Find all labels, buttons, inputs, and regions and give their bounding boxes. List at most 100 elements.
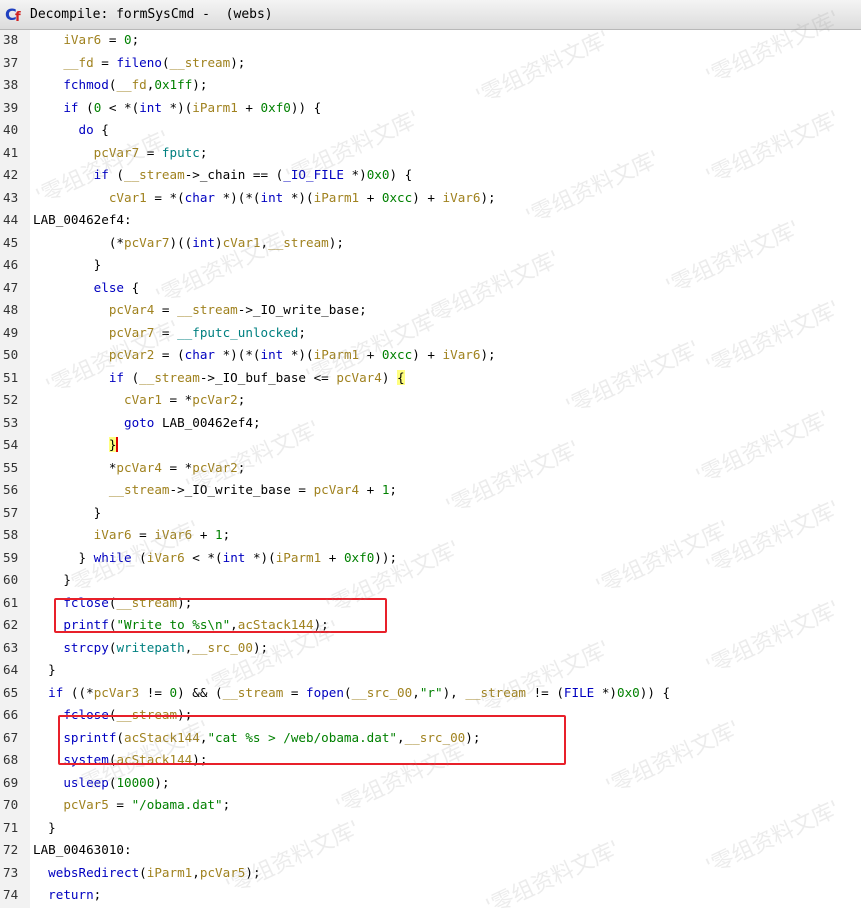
- code-token: {: [93, 122, 109, 137]
- code-text: if (__stream->_chain == (_IO_FILE *)0x0)…: [33, 164, 413, 187]
- code-line[interactable]: 60 }: [0, 569, 861, 592]
- code-text: LAB_00462ef4:: [33, 209, 132, 232]
- line-number: 41: [3, 144, 19, 160]
- code-line[interactable]: 65 if ((*pcVar3 != 0) && (__stream = fop…: [0, 682, 861, 705]
- code-line[interactable]: 69 usleep(10000);: [0, 772, 861, 795]
- code-line[interactable]: 63 strcpy(writepath,__src_00);: [0, 637, 861, 660]
- code-token: pcVar7: [124, 234, 170, 250]
- code-line[interactable]: 71 }: [0, 817, 861, 840]
- code-token: *): [343, 167, 367, 182]
- code-text: iVar6 = 0;: [33, 30, 139, 52]
- code-token: }: [33, 662, 56, 677]
- line-number: 51: [3, 369, 19, 385]
- line-number: 39: [3, 99, 19, 115]
- code-token: int: [260, 347, 284, 362]
- code-line[interactable]: 47 else {: [0, 277, 861, 300]
- code-line[interactable]: 45 (*pcVar7)((int)cVar1,__stream);: [0, 232, 861, 255]
- line-number: 50: [3, 347, 19, 362]
- code-token: 0xf0: [343, 549, 375, 565]
- code-text: }: [33, 502, 102, 525]
- code-line[interactable]: 39 if (0 < *(int *)(iParm1 + 0xf0)) {: [0, 97, 861, 120]
- code-token: }: [108, 437, 119, 452]
- line-number: 38: [3, 32, 19, 47]
- code-token: ): [215, 234, 223, 250]
- code-line[interactable]: 41 pcVar7 = fputc;: [0, 142, 861, 165]
- code-line[interactable]: 40 do {: [0, 119, 861, 142]
- code-token: LAB_00462ef4:: [33, 212, 132, 227]
- code-token: LAB_00463010:: [33, 842, 132, 857]
- line-number: 66: [3, 707, 19, 722]
- code-line[interactable]: 70 pcVar5 = "/obama.dat";: [0, 794, 861, 817]
- code-line[interactable]: 64 }: [0, 659, 861, 682]
- line-number: 53: [3, 414, 19, 430]
- code-token: }: [33, 572, 71, 587]
- code-token: *): [594, 684, 618, 700]
- code-token: ,: [412, 684, 420, 700]
- code-token: =: [93, 54, 117, 70]
- code-token: fputc: [161, 144, 200, 160]
- code-text: }: [33, 569, 71, 592]
- code-line[interactable]: 53 goto LAB_00462ef4;: [0, 412, 861, 435]
- svg-text:f: f: [15, 10, 21, 24]
- code-token: iParm1: [275, 549, 322, 565]
- code-token: char: [184, 189, 216, 205]
- code-line[interactable]: 37 __fd = fileno(__stream);: [0, 52, 861, 75]
- code-token: fopen: [306, 684, 344, 700]
- code-text: websRedirect(iParm1,pcVar5);: [33, 862, 260, 885]
- code-text: pcVar4 = __stream->_IO_write_base;: [33, 299, 367, 322]
- code-token: ) {: [389, 167, 413, 182]
- code-line[interactable]: 59 } while (iVar6 < *(int *)(iParm1 + 0x…: [0, 547, 861, 570]
- code-line[interactable]: 49 pcVar7 = __fputc_unlocked;: [0, 322, 861, 345]
- code-token: pcVar2: [192, 392, 238, 407]
- line-number: 52: [3, 392, 19, 407]
- code-line[interactable]: 55 *pcVar4 = *pcVar2;: [0, 457, 861, 480]
- code-token: pcVar2: [108, 347, 155, 362]
- code-token: __src_00: [351, 684, 413, 700]
- code-line[interactable]: 50 pcVar2 = (char *)(*(int *)(iParm1 + 0…: [0, 344, 861, 367]
- code-token: {: [124, 279, 140, 295]
- code-line[interactable]: 44 LAB_00462ef4:: [0, 209, 861, 232]
- code-line[interactable]: 38 iVar6 = 0;: [0, 30, 861, 52]
- code-line[interactable]: 57 }: [0, 502, 861, 525]
- code-line[interactable]: 72 LAB_00463010:: [0, 839, 861, 862]
- code-token: }: [33, 504, 102, 520]
- code-line[interactable]: 43 cVar1 = *(char *)(*(int *)(iParm1 + 0…: [0, 187, 861, 210]
- code-line[interactable]: 38 fchmod(__fd,0x1ff);: [0, 74, 861, 97]
- code-token: )) {: [639, 684, 671, 700]
- code-token: )) {: [290, 99, 322, 115]
- code-line[interactable]: 46 }: [0, 254, 861, 277]
- code-token: (: [108, 167, 125, 182]
- code-token: < *(: [184, 549, 223, 565]
- code-text: pcVar7 = __fputc_unlocked;: [33, 322, 306, 345]
- line-number: 64: [3, 662, 19, 677]
- code-line[interactable]: 54 }: [0, 434, 861, 457]
- code-token: __fputc_unlocked: [177, 324, 299, 340]
- code-token: ;: [298, 324, 306, 340]
- code-token: );: [480, 189, 496, 205]
- code-text: }: [33, 817, 56, 840]
- code-line[interactable]: 42 if (__stream->_chain == (_IO_FILE *)0…: [0, 164, 861, 187]
- code-line[interactable]: 52 cVar1 = *pcVar2;: [0, 389, 861, 412]
- code-line[interactable]: 74 return;: [0, 884, 861, 907]
- code-token: pcVar4: [336, 369, 382, 385]
- code-token: !=: [139, 684, 170, 700]
- code-token: }: [33, 819, 56, 835]
- code-line[interactable]: 48 pcVar4 = __stream->_IO_write_base;: [0, 299, 861, 322]
- code-line[interactable]: 73 websRedirect(iParm1,pcVar5);: [0, 862, 861, 885]
- code-line[interactable]: 51 if (__stream->_IO_buf_base <= pcVar4)…: [0, 367, 861, 390]
- code-line[interactable]: 56 __stream->_IO_write_base = pcVar4 + 1…: [0, 479, 861, 502]
- code-token: "r": [419, 684, 443, 700]
- line-number: 72: [3, 842, 19, 857]
- code-token: ->_IO_buf_base <=: [199, 369, 337, 385]
- code-line[interactable]: 58 iVar6 = iVar6 + 1;: [0, 524, 861, 547]
- code-token: pcVar2: [192, 459, 238, 475]
- code-token: int: [260, 189, 284, 205]
- decompiled-code-view[interactable]: 38 iVar6 = 0; 37 __fd = fileno(__stream);…: [0, 30, 861, 908]
- line-number: 44: [3, 212, 19, 227]
- code-token: fileno: [116, 54, 162, 70]
